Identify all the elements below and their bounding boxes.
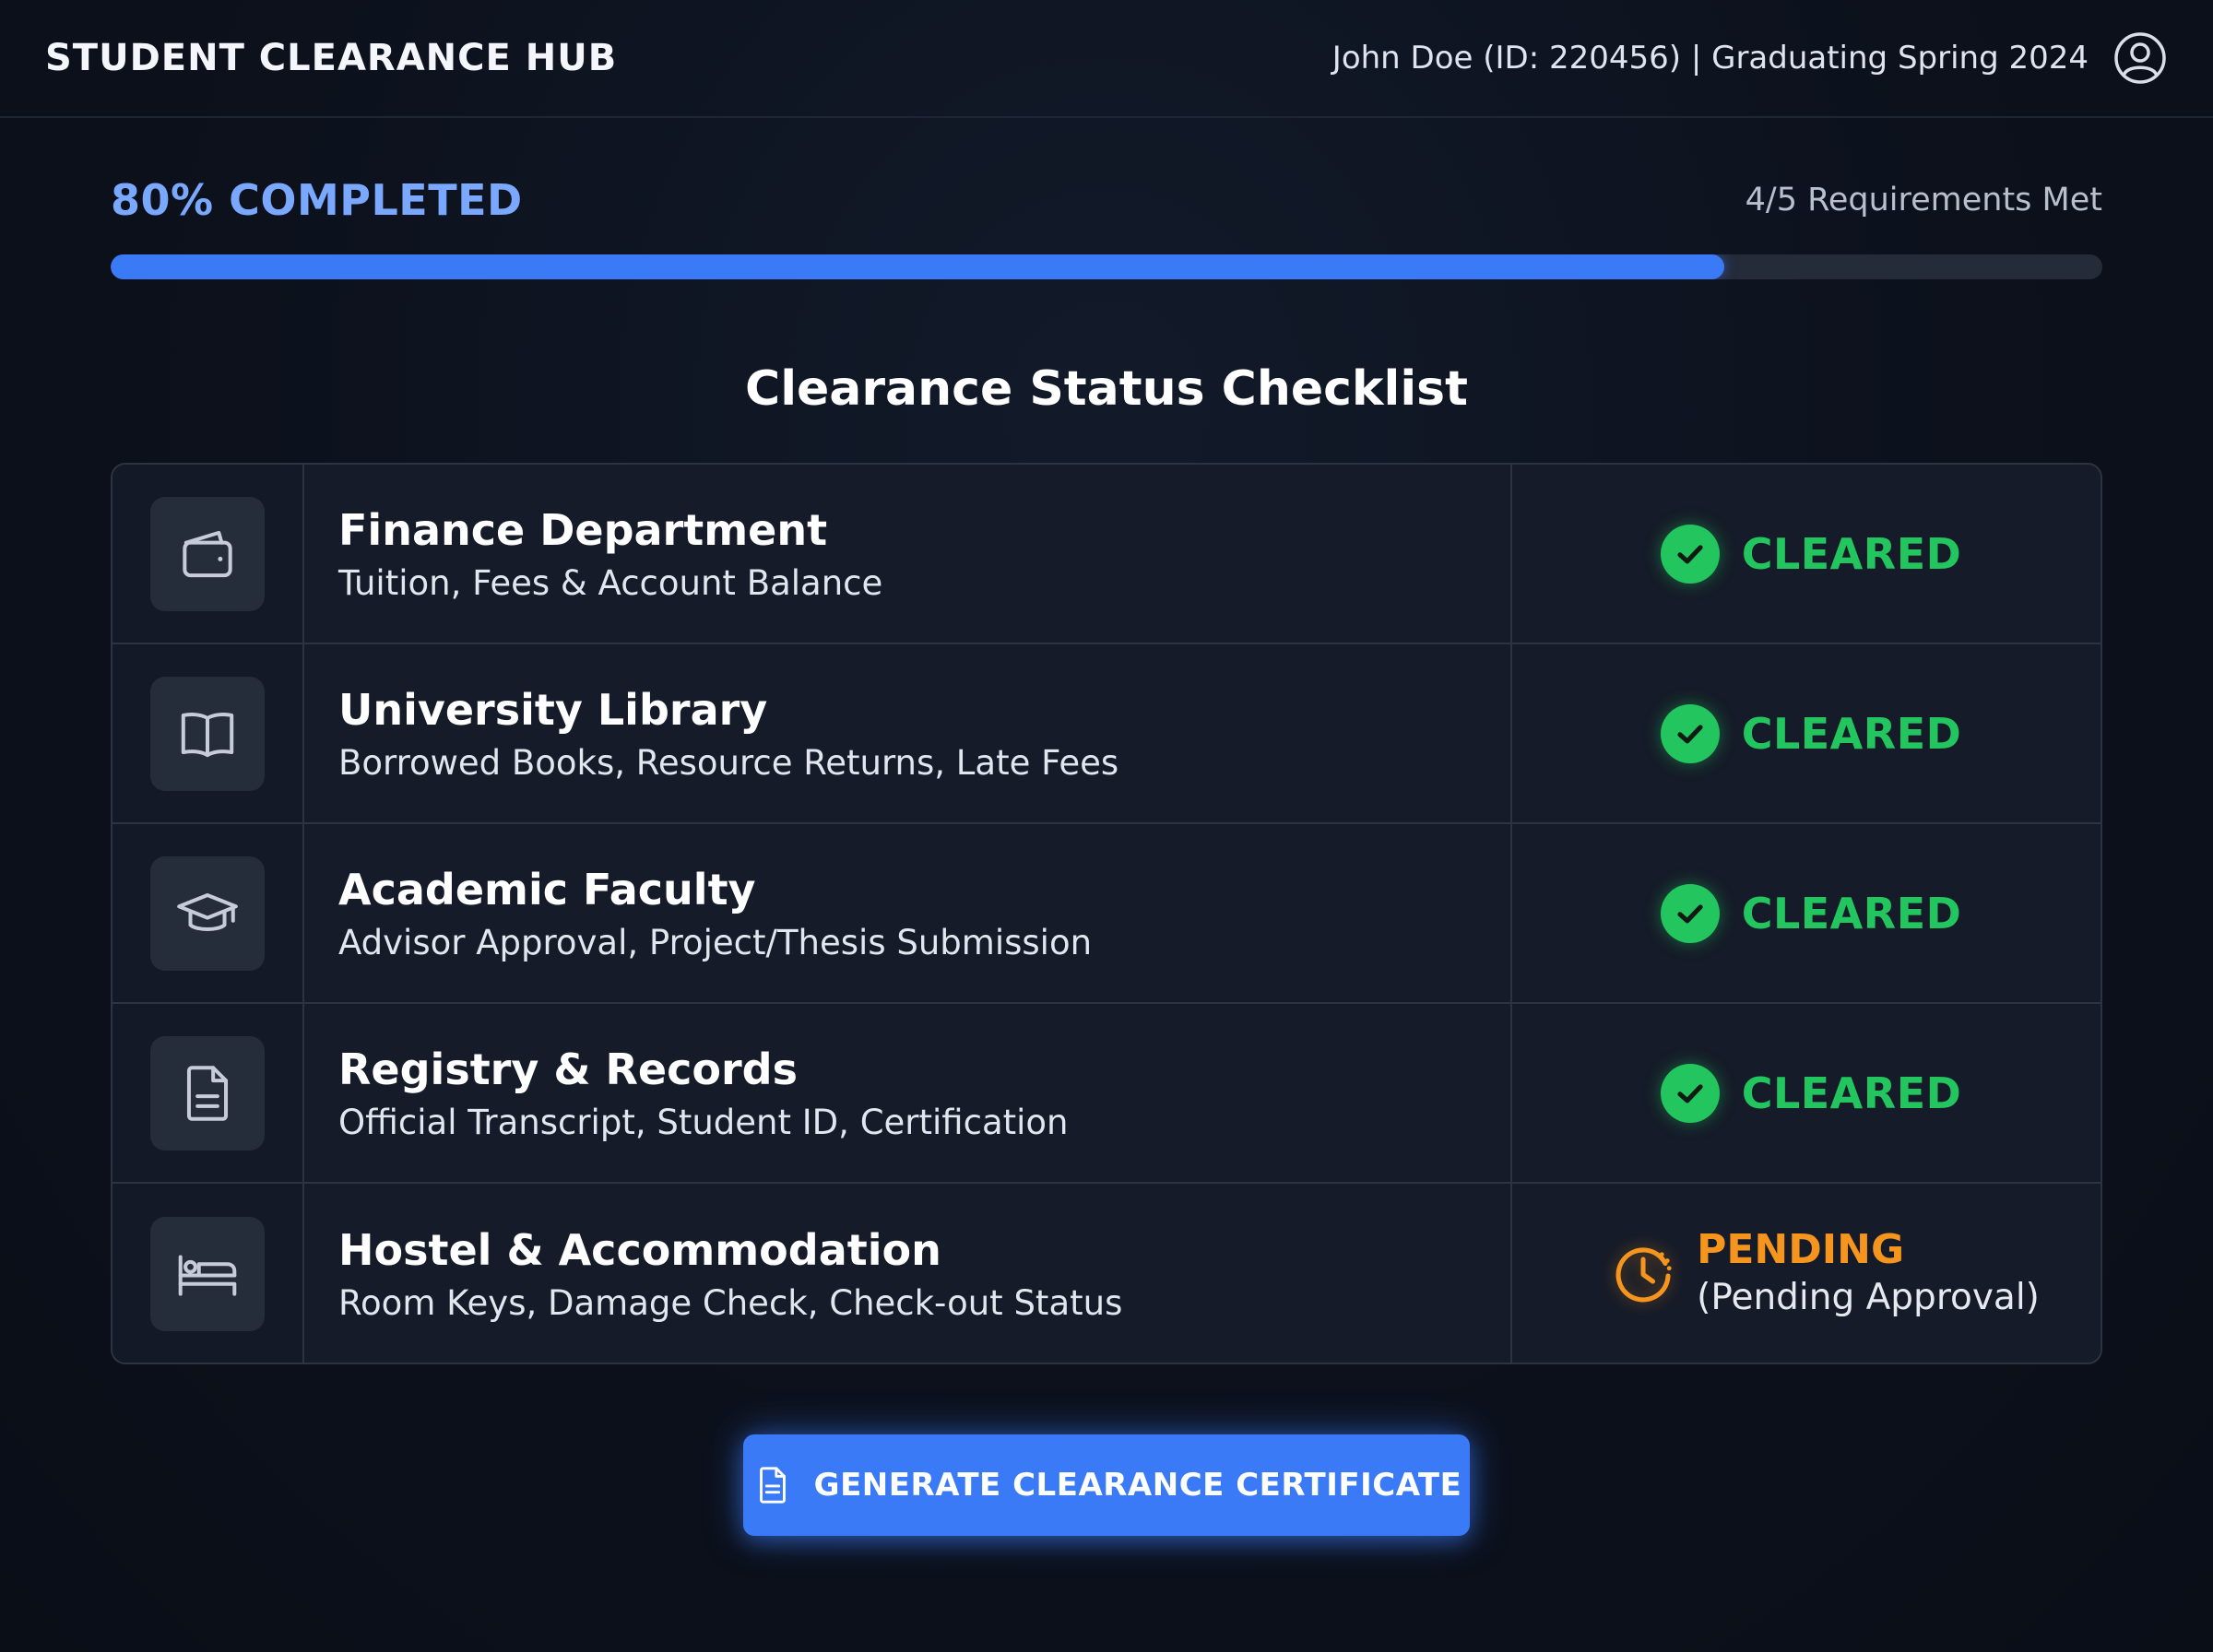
checklist-row-registry: Registry & Records Official Transcript, … xyxy=(112,1004,2101,1184)
bed-icon xyxy=(178,1254,237,1296)
row-status-cell: PENDING (Pending Approval) xyxy=(1512,1184,2101,1363)
check-circle-icon xyxy=(1660,703,1720,763)
row-icon-cell xyxy=(112,644,304,822)
graduation-cap-icon xyxy=(177,892,238,931)
top-header: STUDENT CLEARANCE HUB John Doe (ID: 2204… xyxy=(0,0,2213,118)
department-description: Advisor Approval, Project/Thesis Submiss… xyxy=(338,922,1093,962)
progress-bar-fill xyxy=(111,254,1724,279)
row-text-cell: Finance Department Tuition, Fees & Accou… xyxy=(304,465,1512,643)
row-text-cell: Hostel & Accommodation Room Keys, Damage… xyxy=(304,1184,1512,1363)
user-circle-icon[interactable] xyxy=(2112,30,2168,86)
row-status-cell: CLEARED xyxy=(1512,465,2101,643)
status-pending: PENDING (Pending Approval) xyxy=(1610,1226,2040,1321)
status-cleared: CLEARED xyxy=(1660,524,1962,584)
clock-icon xyxy=(1615,1247,1672,1303)
check-circle-icon xyxy=(1660,883,1720,943)
department-description: Borrowed Books, Resource Returns, Late F… xyxy=(338,742,1119,783)
department-name: Hostel & Accommodation xyxy=(338,1225,941,1276)
department-name: Academic Faculty xyxy=(338,865,756,915)
progress-title: 80% COMPLETED xyxy=(111,175,523,225)
checklist-row-finance: Finance Department Tuition, Fees & Accou… xyxy=(112,465,2101,644)
document-icon xyxy=(759,1467,786,1504)
row-status-cell: CLEARED xyxy=(1512,824,2101,1002)
clearance-checklist: Finance Department Tuition, Fees & Accou… xyxy=(111,463,2102,1364)
user-area: John Doe (ID: 220456) | Graduating Sprin… xyxy=(1332,30,2168,86)
progress-header: 80% COMPLETED 4/5 Requirements Met xyxy=(111,175,2102,225)
row-text-cell: University Library Borrowed Books, Resou… xyxy=(304,644,1512,822)
icon-box xyxy=(150,1035,265,1150)
row-icon-cell xyxy=(112,824,304,1002)
status-note: (Pending Approval) xyxy=(1697,1276,2040,1318)
department-name: Finance Department xyxy=(338,505,828,556)
wallet-icon xyxy=(183,530,232,577)
row-icon-cell xyxy=(112,1184,304,1363)
status-label: CLEARED xyxy=(1741,888,1962,938)
row-status-cell: CLEARED xyxy=(1512,1004,2101,1182)
icon-box xyxy=(150,856,265,971)
row-icon-cell xyxy=(112,465,304,643)
clearance-app: STUDENT CLEARANCE HUB John Doe (ID: 2204… xyxy=(0,0,2213,1652)
checklist-row-academic: Academic Faculty Advisor Approval, Proje… xyxy=(112,824,2101,1004)
department-name: University Library xyxy=(338,685,768,736)
row-status-cell: CLEARED xyxy=(1512,644,2101,822)
book-icon xyxy=(181,712,234,757)
pending-text: PENDING (Pending Approval) xyxy=(1697,1226,2040,1321)
requirements-count: 4/5 Requirements Met xyxy=(1745,182,2102,218)
department-description: Room Keys, Damage Check, Check-out Statu… xyxy=(338,1282,1123,1323)
user-info: John Doe (ID: 220456) | Graduating Sprin… xyxy=(1331,40,2089,77)
icon-box xyxy=(150,1216,265,1331)
status-label: CLEARED xyxy=(1741,708,1962,759)
document-icon xyxy=(186,1065,229,1121)
check-circle-icon xyxy=(1660,524,1720,584)
row-text-cell: Registry & Records Official Transcript, … xyxy=(304,1004,1512,1182)
generate-certificate-button[interactable]: GENERATE CLEARANCE CERTIFICATE xyxy=(743,1434,1470,1536)
icon-box xyxy=(150,496,265,611)
status-cleared: CLEARED xyxy=(1660,1063,1962,1123)
brand-title: STUDENT CLEARANCE HUB xyxy=(45,37,618,79)
progress-bar xyxy=(111,254,2102,279)
row-text-cell: Academic Faculty Advisor Approval, Proje… xyxy=(304,824,1512,1002)
department-name: Registry & Records xyxy=(338,1044,798,1095)
department-description: Official Transcript, Student ID, Certifi… xyxy=(338,1102,1069,1142)
checklist-title: Clearance Status Checklist xyxy=(745,361,1468,417)
generate-certificate-label: GENERATE CLEARANCE CERTIFICATE xyxy=(813,1467,1462,1504)
status-label: CLEARED xyxy=(1741,528,1962,579)
check-circle-icon xyxy=(1660,1063,1720,1123)
department-description: Tuition, Fees & Account Balance xyxy=(338,562,883,603)
checklist-row-hostel: Hostel & Accommodation Room Keys, Damage… xyxy=(112,1184,2101,1363)
status-cleared: CLEARED xyxy=(1660,883,1962,943)
status-label: CLEARED xyxy=(1741,1068,1962,1118)
status-label: PENDING xyxy=(1697,1225,1905,1273)
checklist-row-library: University Library Borrowed Books, Resou… xyxy=(112,644,2101,824)
icon-box xyxy=(150,676,265,791)
status-cleared: CLEARED xyxy=(1660,703,1962,763)
row-icon-cell xyxy=(112,1004,304,1182)
